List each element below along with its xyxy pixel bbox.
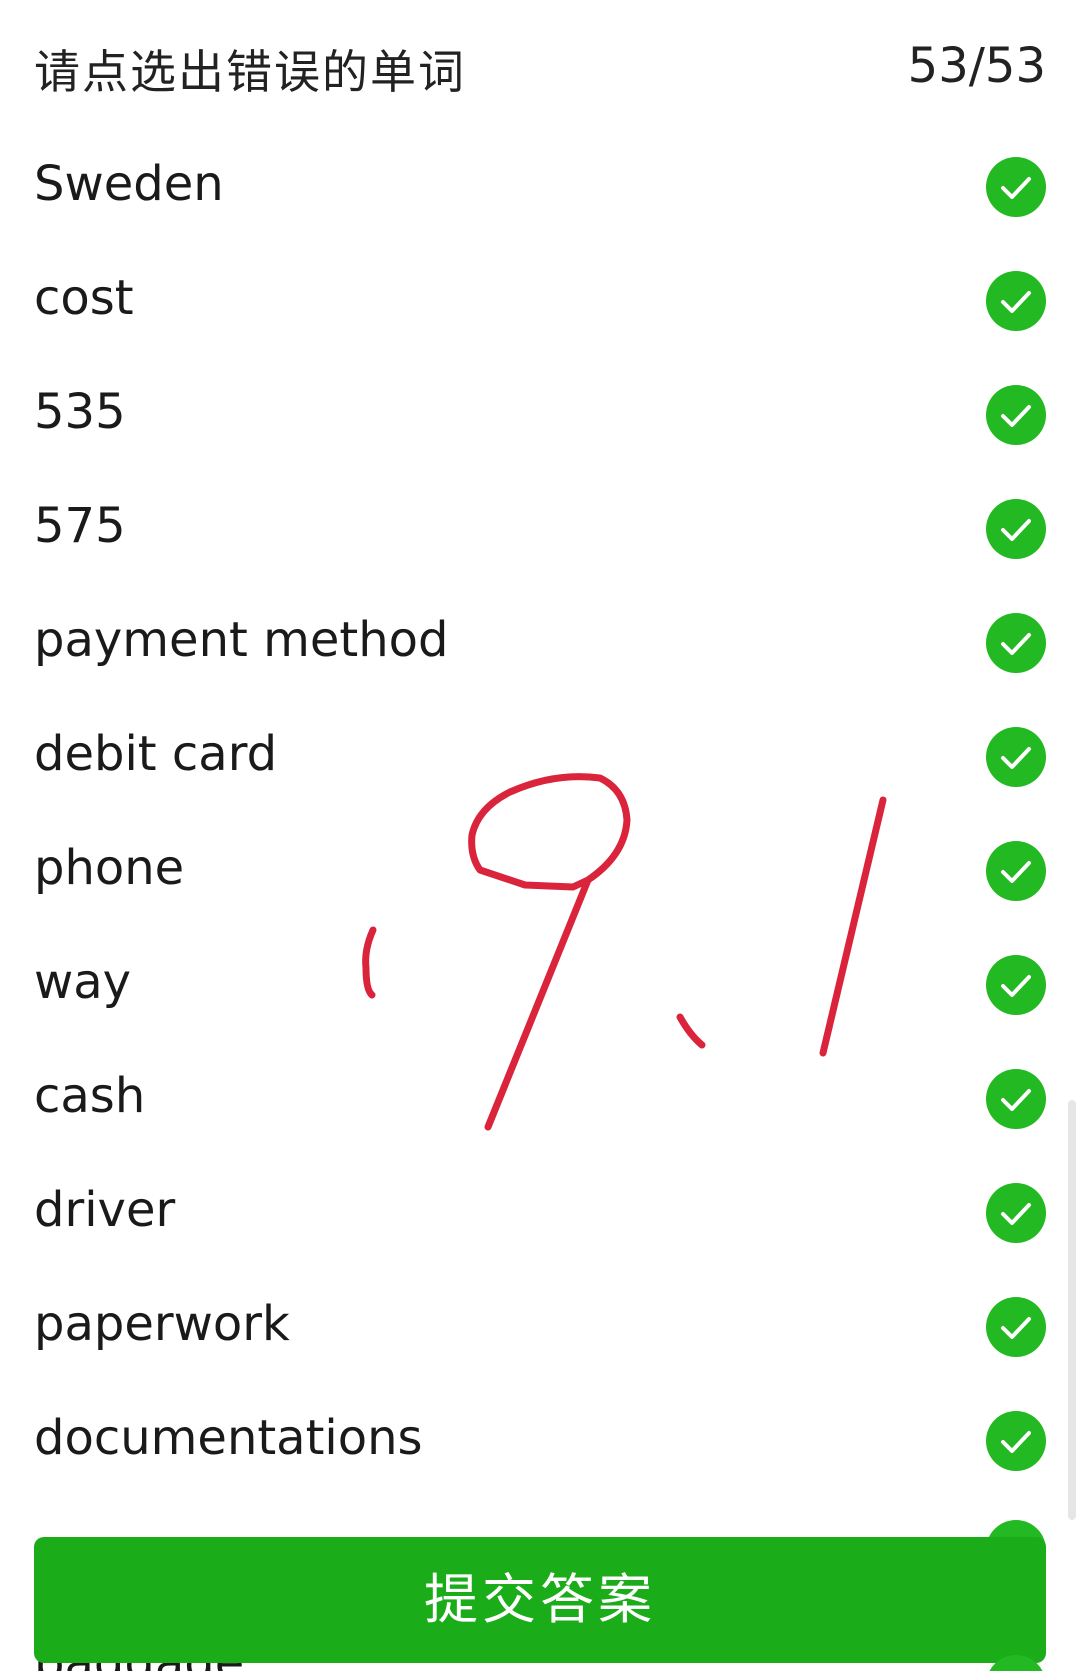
word-row[interactable]: debit card <box>0 700 1080 814</box>
word-row[interactable]: Sweden <box>0 130 1080 244</box>
word-text: phone <box>34 840 185 896</box>
word-list: Sweden cost 535 575 payment method debit… <box>0 130 1080 1498</box>
word-text: driver <box>34 1182 176 1238</box>
check-circle-icon <box>986 157 1046 217</box>
word-text: paperwork <box>34 1296 290 1352</box>
word-row[interactable]: phone <box>0 814 1080 928</box>
check-circle-icon <box>986 499 1046 559</box>
vocab-quiz-screen: 请点选出错误的单词 53/53 Sweden cost 535 575 paym… <box>0 0 1080 1671</box>
word-text: 575 <box>34 498 126 554</box>
word-text: cost <box>34 270 134 326</box>
word-text: way <box>34 954 132 1010</box>
check-circle-icon <box>986 955 1046 1015</box>
check-circle-icon <box>986 613 1046 673</box>
word-row[interactable]: 575 <box>0 472 1080 586</box>
check-circle-icon <box>986 727 1046 787</box>
check-circle-icon <box>986 1297 1046 1357</box>
word-text: debit card <box>34 726 278 782</box>
check-circle-icon <box>986 841 1046 901</box>
check-circle-icon <box>986 271 1046 331</box>
check-circle-icon <box>986 1411 1046 1471</box>
word-row[interactable]: driver <box>0 1156 1080 1270</box>
word-text: cash <box>34 1068 146 1124</box>
word-row[interactable]: way <box>0 928 1080 1042</box>
submit-answer-button[interactable]: 提交答案 <box>34 1537 1046 1663</box>
quiz-instruction: 请点选出错误的单词 <box>34 45 466 99</box>
progress-counter: 53/53 <box>907 38 1046 94</box>
word-row[interactable]: paperwork <box>0 1270 1080 1384</box>
check-circle-icon <box>986 1069 1046 1129</box>
word-row[interactable]: cost <box>0 244 1080 358</box>
word-text: 535 <box>34 384 126 440</box>
word-row[interactable]: 535 <box>0 358 1080 472</box>
word-text: payment method <box>34 612 449 668</box>
word-text: documentations <box>34 1410 423 1466</box>
quiz-header: 请点选出错误的单词 53/53 <box>0 0 1080 140</box>
scrollbar[interactable] <box>1068 1100 1076 1520</box>
word-row[interactable]: documentations <box>0 1384 1080 1498</box>
word-text: Sweden <box>34 156 224 212</box>
check-circle-icon <box>986 1183 1046 1243</box>
check-circle-icon <box>986 385 1046 445</box>
word-row[interactable]: payment method <box>0 586 1080 700</box>
word-row[interactable]: cash <box>0 1042 1080 1156</box>
